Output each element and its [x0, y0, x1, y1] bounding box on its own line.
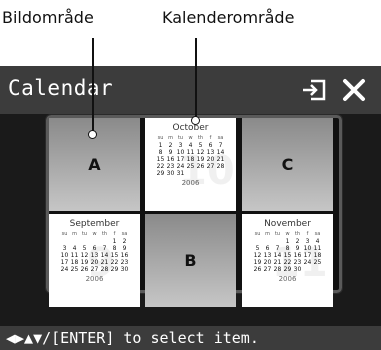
day-cell: 9: [122, 245, 127, 252]
calendar-november[interactable]: 11 November su m tu w th f sa 1 2 3 4 5 6 7 8 9 10 11 12 13…: [242, 214, 333, 307]
close-button[interactable]: [340, 76, 368, 104]
weekday-label: f: [113, 231, 116, 237]
day-cell: 5: [255, 245, 260, 252]
day-cell: 16: [120, 252, 129, 259]
photo-label-a: A: [88, 155, 101, 174]
day-cell: 15: [156, 156, 165, 163]
weekday-label: m: [168, 135, 173, 141]
weekday-label: w: [188, 135, 193, 141]
photo-area-b[interactable]: B: [145, 214, 236, 307]
day-cell: 20: [263, 259, 272, 266]
title-bar: Calendar: [0, 66, 381, 114]
day-cell: 24: [60, 266, 69, 273]
month-name: November: [264, 219, 311, 229]
day-cell: 17: [60, 259, 69, 266]
day-cell: 8: [158, 149, 163, 156]
day-cell: 22: [156, 163, 165, 170]
weekday-label: th: [294, 231, 301, 237]
day-cell: 16: [166, 156, 175, 163]
day-cell: 23: [166, 163, 175, 170]
weekday-label: su: [157, 135, 164, 141]
day-blank: [60, 238, 70, 245]
day-cell: 29: [156, 170, 165, 177]
calendar-layout-frame: A 10 October su m tu w th f sa 1 2 3 4 5 6 7 8 9 10 11 12 1…: [45, 114, 343, 307]
day-cell: 1: [158, 142, 163, 149]
day-blank: [70, 238, 80, 245]
day-cell: 12: [253, 252, 262, 259]
day-cell: 26: [253, 266, 262, 273]
weekday-label: tu: [81, 231, 88, 237]
photo-area-c[interactable]: C: [242, 118, 333, 211]
weekday-label: sa: [217, 135, 224, 141]
day-cell: 13: [263, 252, 272, 259]
day-cell: 25: [70, 266, 79, 273]
weekday-label: tu: [177, 135, 184, 141]
weekday-label: th: [197, 135, 204, 141]
day-blank: [253, 238, 263, 245]
day-cell: 30: [120, 266, 129, 273]
weekday-label: su: [254, 231, 261, 237]
leader-dot-kalenderomrade: [191, 116, 200, 125]
leader-line-bildomrade: [92, 38, 94, 134]
month-watermark: 11: [272, 240, 328, 286]
day-cell: 19: [253, 259, 262, 266]
weekday-label: m: [72, 231, 77, 237]
day-cell: 6: [265, 245, 270, 252]
month-watermark: 10: [179, 148, 235, 194]
weekday-label: f: [209, 135, 212, 141]
weekday-label: f: [306, 231, 309, 237]
day-cell: 11: [70, 252, 79, 259]
month-name: October: [172, 123, 209, 133]
day-cell: 18: [70, 259, 79, 266]
photo-label-b: B: [184, 251, 197, 270]
month-watermark: 9: [87, 240, 115, 286]
day-cell: 27: [263, 266, 272, 273]
app-title: Calendar: [8, 76, 114, 100]
day-cell: 4: [72, 245, 77, 252]
photo-label-c: C: [281, 155, 294, 174]
leader-line-kalenderomrade: [195, 38, 197, 120]
callout-kalenderomrade: Kalenderområde: [162, 8, 295, 27]
return-button[interactable]: [300, 75, 330, 105]
day-blank: [263, 238, 273, 245]
weekday-label: sa: [314, 231, 321, 237]
month-name: September: [69, 219, 120, 229]
return-icon: [303, 79, 326, 101]
day-cell: 2: [168, 142, 173, 149]
day-cell: 3: [62, 245, 67, 252]
calendar-september[interactable]: 9 September su m tu w th f sa 1 2 3 4 5 6 7 8 9 10 11 12 13…: [49, 214, 140, 307]
calendar-october[interactable]: 10 October su m tu w th f sa 1 2 3 4 5 6 7 8 9 10 11 12 13 1…: [145, 118, 236, 211]
close-icon: [343, 79, 365, 101]
day-cell: 10: [60, 252, 69, 259]
day-cell: 9: [168, 149, 173, 156]
weekday-label: th: [101, 231, 108, 237]
weekday-label: sa: [121, 231, 128, 237]
status-bar: ◀▶▲▼/[ENTER] to select item.: [0, 326, 381, 350]
weekday-label: su: [61, 231, 68, 237]
weekday-label: w: [92, 231, 97, 237]
callout-bildomrade: Bildområde: [2, 8, 94, 27]
weekday-label: tu: [274, 231, 281, 237]
day-cell: 23: [120, 259, 129, 266]
weekday-label: m: [265, 231, 270, 237]
leader-dot-bildomrade: [88, 130, 97, 139]
day-cell: 2: [122, 238, 127, 245]
weekday-label: w: [285, 231, 290, 237]
day-cell: 30: [166, 170, 175, 177]
